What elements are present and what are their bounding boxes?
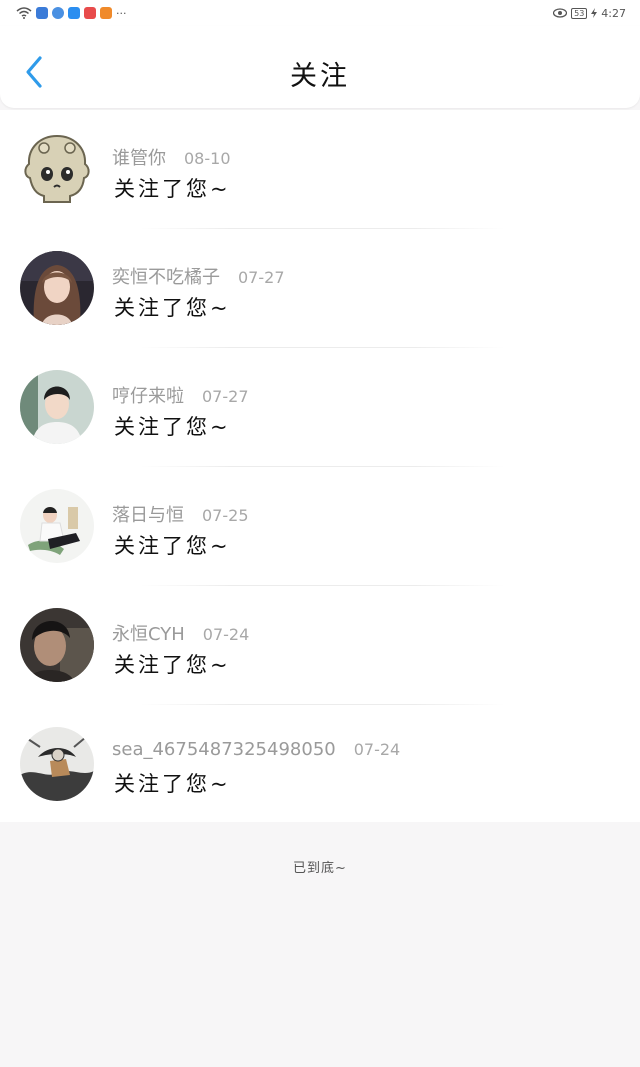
list-item[interactable]: sea_4675487325498050 07-24 关注了您~ bbox=[0, 705, 640, 822]
date: 07-27 bbox=[202, 387, 249, 406]
photo-avatar-icon bbox=[20, 489, 94, 563]
meta-line: 谁管你 08-10 bbox=[112, 144, 231, 170]
username[interactable]: 永恒CYH bbox=[112, 620, 185, 646]
app-icon-mail bbox=[84, 7, 96, 19]
clock: 4:27 bbox=[601, 6, 626, 20]
avatar[interactable] bbox=[20, 251, 94, 325]
app-icon-game bbox=[36, 7, 48, 19]
header: 关注 bbox=[0, 26, 640, 108]
message: 关注了您~ bbox=[114, 296, 231, 320]
photo-avatar-icon bbox=[20, 727, 94, 801]
list-item[interactable]: 哼仔来啦 07-27 关注了您~ bbox=[0, 348, 640, 467]
date: 08-10 bbox=[184, 149, 231, 168]
list-item[interactable]: 谁管你 08-10 关注了您~ bbox=[0, 110, 640, 229]
message: 关注了您~ bbox=[114, 177, 231, 201]
username[interactable]: sea_4675487325498050 bbox=[112, 739, 336, 760]
status-bar-right: 53 4:27 bbox=[553, 7, 626, 20]
status-bar: ··· 53 4:27 bbox=[0, 0, 640, 26]
meta-line: 永恒CYH 07-24 bbox=[112, 620, 249, 646]
date: 07-24 bbox=[353, 740, 401, 759]
avatar[interactable] bbox=[20, 489, 94, 563]
battery-level: 53 bbox=[571, 7, 588, 19]
eye-icon bbox=[553, 8, 568, 18]
username[interactable]: 奕恒不吃橘子 bbox=[112, 263, 220, 289]
avatar[interactable] bbox=[20, 132, 94, 206]
end-of-list-text: 已到底~ bbox=[293, 861, 347, 876]
app-icon-cloud bbox=[68, 7, 80, 19]
message: 关注了您~ bbox=[114, 653, 231, 677]
avatar[interactable] bbox=[20, 608, 94, 682]
list-item[interactable]: 永恒CYH 07-24 关注了您~ bbox=[0, 586, 640, 705]
meta-line: 落日与恒 07-25 bbox=[112, 501, 249, 527]
date: 07-24 bbox=[202, 625, 250, 644]
photo-avatar-icon bbox=[20, 370, 94, 444]
username[interactable]: 谁管你 bbox=[112, 144, 166, 170]
wifi-icon bbox=[16, 7, 32, 19]
more-notifications-icon: ··· bbox=[116, 6, 127, 20]
meta-line: 奕恒不吃橘子 07-27 bbox=[112, 263, 285, 289]
message: 关注了您~ bbox=[114, 415, 231, 439]
username[interactable]: 落日与恒 bbox=[112, 501, 184, 527]
photo-avatar-icon bbox=[20, 251, 94, 325]
notification-list: 谁管你 08-10 关注了您~ 奕恒不吃橘子 07-27 关注了您~ 哼仔来啦 … bbox=[0, 110, 640, 822]
username[interactable]: 哼仔来啦 bbox=[112, 382, 184, 408]
page-title: 关注 bbox=[290, 61, 350, 92]
avatar[interactable] bbox=[20, 370, 94, 444]
message: 关注了您~ bbox=[114, 534, 231, 558]
meta-line: sea_4675487325498050 07-24 bbox=[112, 739, 400, 760]
meta-line: 哼仔来啦 07-27 bbox=[112, 382, 249, 408]
charging-icon bbox=[591, 8, 598, 18]
app-icon-music bbox=[52, 7, 64, 19]
date: 07-27 bbox=[238, 268, 285, 287]
message: 关注了您~ bbox=[114, 772, 231, 796]
photo-avatar-icon bbox=[20, 608, 94, 682]
avatar[interactable] bbox=[20, 727, 94, 801]
list-item[interactable]: 奕恒不吃橘子 07-27 关注了您~ bbox=[0, 229, 640, 348]
app-icon-video bbox=[100, 7, 112, 19]
status-bar-left: ··· bbox=[16, 7, 127, 20]
list-item[interactable]: 落日与恒 07-25 关注了您~ bbox=[0, 467, 640, 586]
skull-avatar-icon bbox=[24, 134, 90, 203]
date: 07-25 bbox=[202, 506, 249, 525]
